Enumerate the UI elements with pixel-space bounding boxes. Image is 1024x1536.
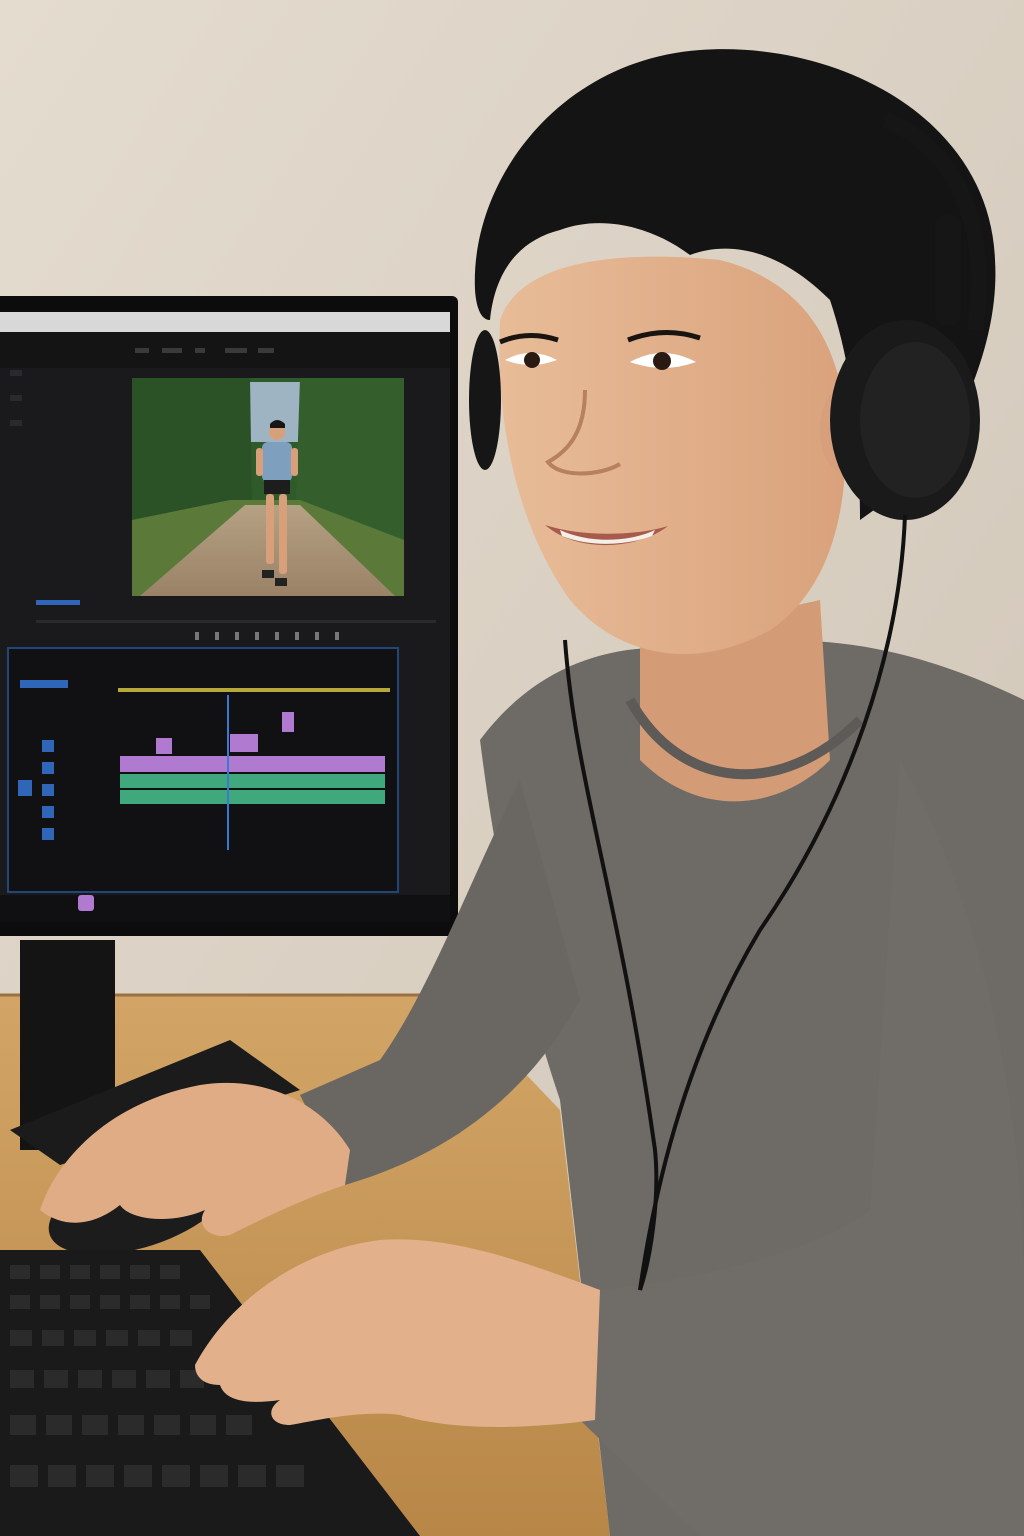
headphone-earcup-left (469, 330, 501, 470)
playhead-scrubber[interactable] (36, 620, 436, 623)
video-preview[interactable] (132, 378, 404, 596)
timecode-readout (36, 600, 80, 605)
timeline-ruler (118, 688, 390, 692)
taskbar-app-icon[interactable] (78, 895, 94, 911)
timeline-panel[interactable] (7, 647, 399, 893)
taskbar (0, 895, 450, 922)
monitor (0, 296, 458, 936)
timeline-tab[interactable] (20, 680, 68, 688)
app-title-bar (0, 312, 450, 332)
photo-scene (0, 0, 1024, 1536)
scene-illustration (0, 0, 1024, 1536)
